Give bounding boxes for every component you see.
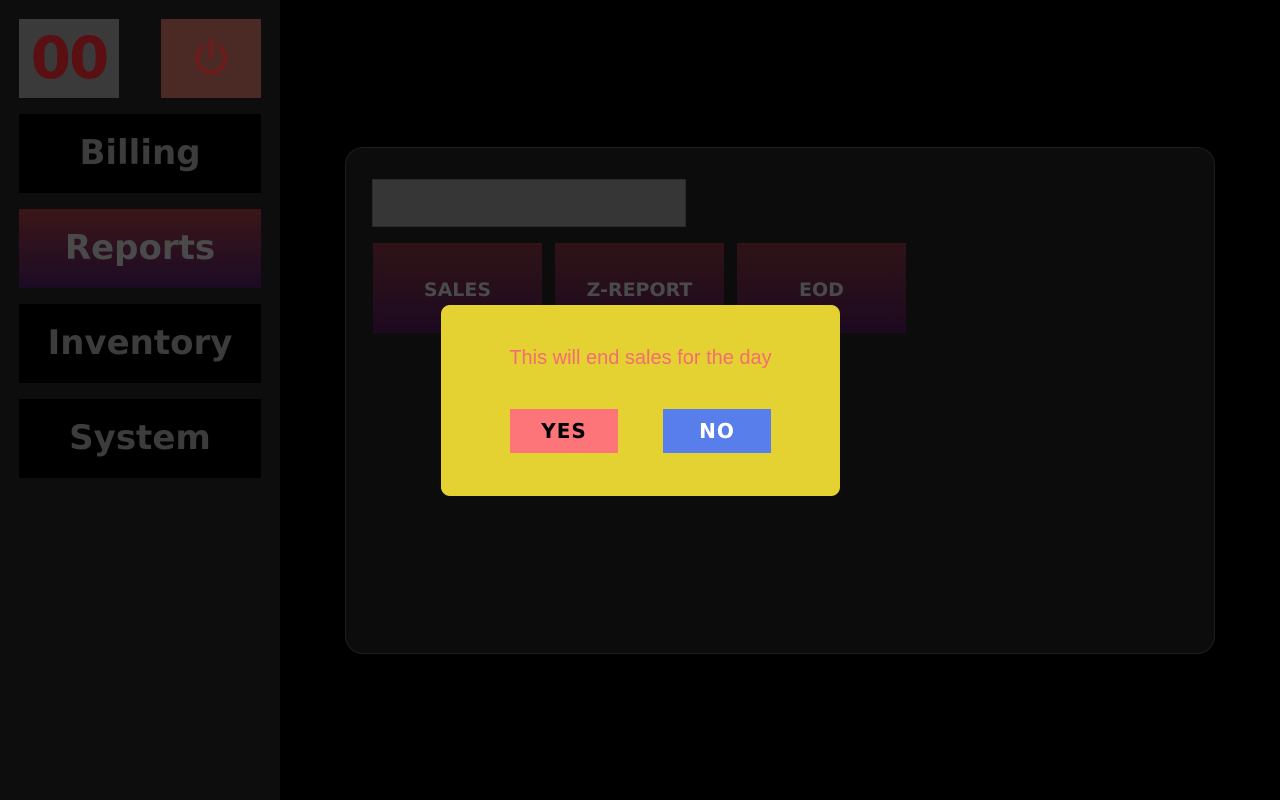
counter-display: 00 xyxy=(19,19,119,98)
power-button[interactable] xyxy=(161,19,261,98)
yes-button[interactable]: YES xyxy=(510,409,618,453)
sidebar-item-inventory[interactable]: Inventory xyxy=(19,304,261,383)
pos-app: 00 Billing Reports Inventory System SALE… xyxy=(0,0,1280,800)
sidebar: 00 Billing Reports Inventory System xyxy=(0,0,280,800)
sidebar-item-reports[interactable]: Reports xyxy=(19,209,261,288)
end-of-day-dialog: This will end sales for the day YES NO xyxy=(441,305,840,496)
no-button[interactable]: NO xyxy=(663,409,771,453)
sidebar-item-system[interactable]: System xyxy=(19,399,261,478)
power-icon xyxy=(191,37,231,81)
sidebar-item-billing[interactable]: Billing xyxy=(19,114,261,193)
dialog-message: This will end sales for the day xyxy=(509,347,772,369)
report-search-input[interactable] xyxy=(372,179,686,227)
